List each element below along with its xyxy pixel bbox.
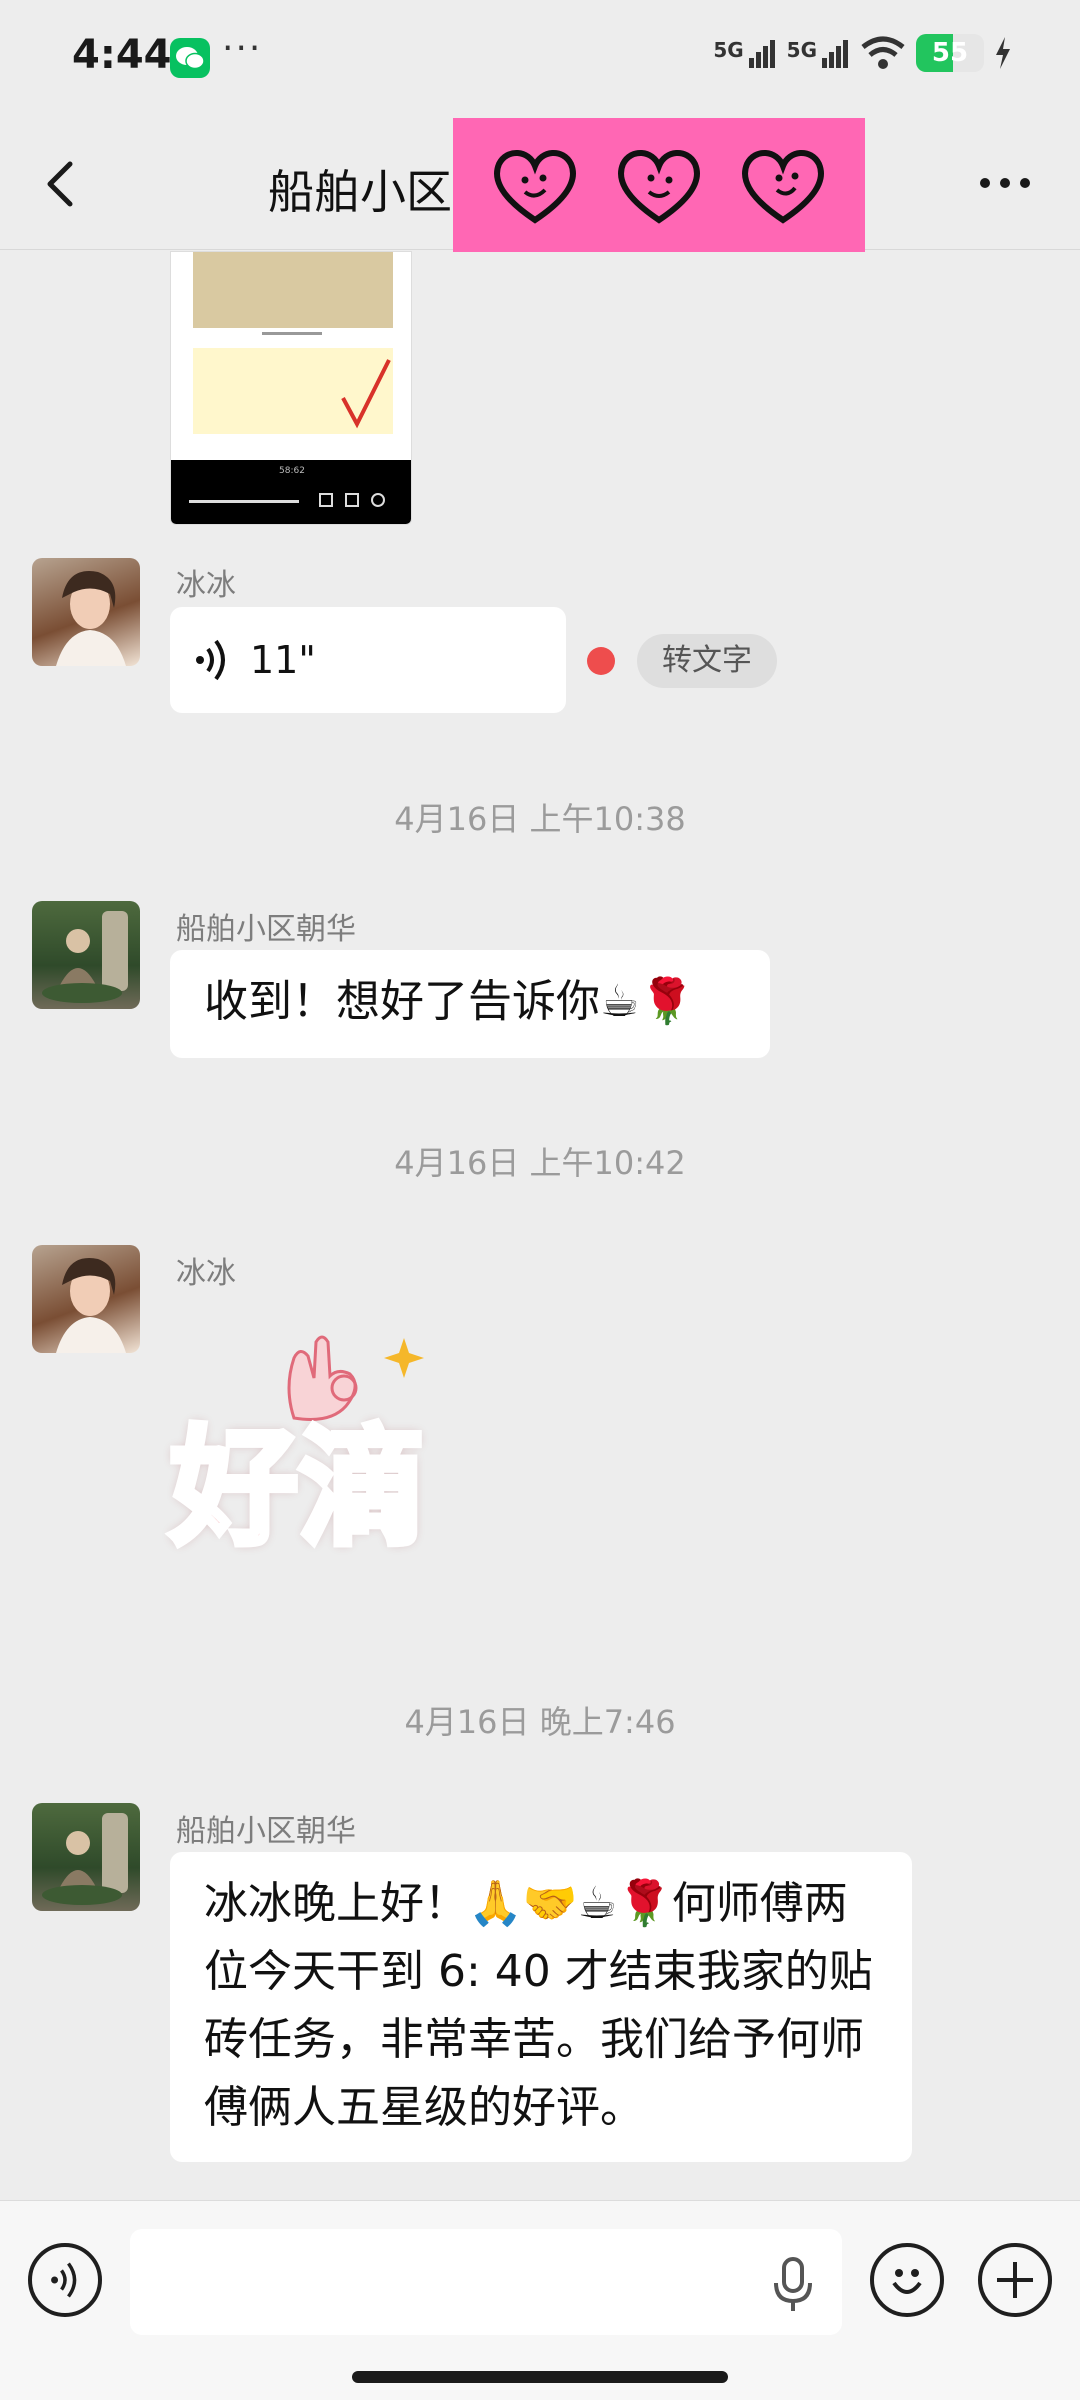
text-message-bubble[interactable]: 收到！想好了告诉你☕🌹 — [170, 950, 770, 1058]
sender-name: 冰冰 — [176, 568, 236, 603]
sender-name: 船舶小区朝华 — [176, 912, 356, 947]
avatar-chuanbo-chaohua[interactable] — [32, 1803, 140, 1911]
more-functions-button[interactable] — [978, 2243, 1052, 2317]
preview-caption-line — [171, 332, 411, 340]
chat-title: 船舶小区 — [268, 165, 452, 219]
plus-icon — [997, 2262, 1033, 2298]
status-more-dots: ··· — [222, 28, 263, 69]
heart-sticker-overlay — [453, 118, 865, 252]
avatar-chuanbo-chaohua[interactable] — [32, 901, 140, 1009]
video-progress-bar — [189, 500, 299, 503]
wifi-icon — [861, 36, 905, 69]
input-bar — [0, 2200, 1080, 2400]
text-message-bubble[interactable]: 冰冰晚上好！🙏🤝☕🌹何师傅两位今天干到 6: 40 才结束我家的贴砖任务，非常幸… — [170, 1852, 912, 2162]
cellular-signal-icon-1: 5G — [713, 38, 776, 68]
back-button[interactable] — [36, 158, 88, 210]
voice-input-toggle-button[interactable] — [28, 2243, 102, 2317]
more-dots-icon — [980, 178, 1030, 188]
timestamp-separator: 4月16日 上午10:38 — [394, 800, 686, 838]
unread-red-dot — [587, 647, 615, 675]
video-control-bar: 58:62 — [171, 460, 411, 524]
network-label-1: 5G — [713, 38, 744, 62]
heart-face-icon — [493, 150, 577, 224]
timestamp-separator: 4月16日 上午10:42 — [394, 1144, 686, 1182]
chevron-left-icon — [47, 161, 73, 207]
heart-face-icon — [741, 150, 825, 224]
transcribe-button[interactable]: 转文字 — [637, 634, 777, 688]
status-indicators: 5G 5G 55 — [713, 34, 1012, 72]
timestamp-separator: 4月16日 晚上7:46 — [404, 1703, 676, 1741]
emoji-button[interactable] — [870, 2243, 944, 2317]
sender-name: 船舶小区朝华 — [176, 1814, 356, 1849]
image-message-preview[interactable]: 58:62 — [170, 251, 412, 525]
chat-header: 船舶小区 — [0, 118, 1080, 252]
voice-wave-icon — [51, 2262, 77, 2298]
microphone-icon — [774, 2257, 812, 2311]
status-time: 4:44 — [72, 32, 172, 78]
ok-hand-icon — [287, 1335, 358, 1421]
charging-bolt-icon — [996, 37, 1010, 69]
sender-name: 冰冰 — [176, 1256, 236, 1291]
smiley-icon — [892, 2269, 922, 2294]
heart-face-icon — [617, 150, 701, 224]
sparkle-icon — [384, 1338, 424, 1378]
network-label-2: 5G — [786, 38, 817, 62]
checkmark-icon — [341, 359, 391, 429]
cellular-signal-icon-2: 5G — [787, 38, 850, 68]
voice-duration: 11" — [250, 638, 316, 682]
yellow-card-image — [193, 348, 393, 434]
voice-wave-icon — [196, 639, 225, 681]
video-timestamp: 58:62 — [279, 466, 305, 476]
sticker-message[interactable]: 好滴 — [167, 1318, 490, 1588]
video-controls-icons — [319, 493, 385, 507]
home-indicator — [352, 2371, 728, 2383]
wechat-icon — [170, 38, 210, 78]
voice-message-bubble[interactable]: 11" — [170, 607, 566, 713]
more-options-button[interactable] — [975, 168, 1035, 198]
avatar-bingbing[interactable] — [32, 558, 140, 666]
wood-texture-image — [193, 252, 393, 328]
battery-level: 55 — [931, 38, 969, 68]
message-input[interactable] — [130, 2229, 842, 2335]
avatar-bingbing[interactable] — [32, 1245, 140, 1353]
microphone-button[interactable] — [770, 2255, 816, 2315]
battery-icon: 55 — [916, 34, 984, 72]
sticker-text: 好滴 — [167, 1411, 429, 1566]
